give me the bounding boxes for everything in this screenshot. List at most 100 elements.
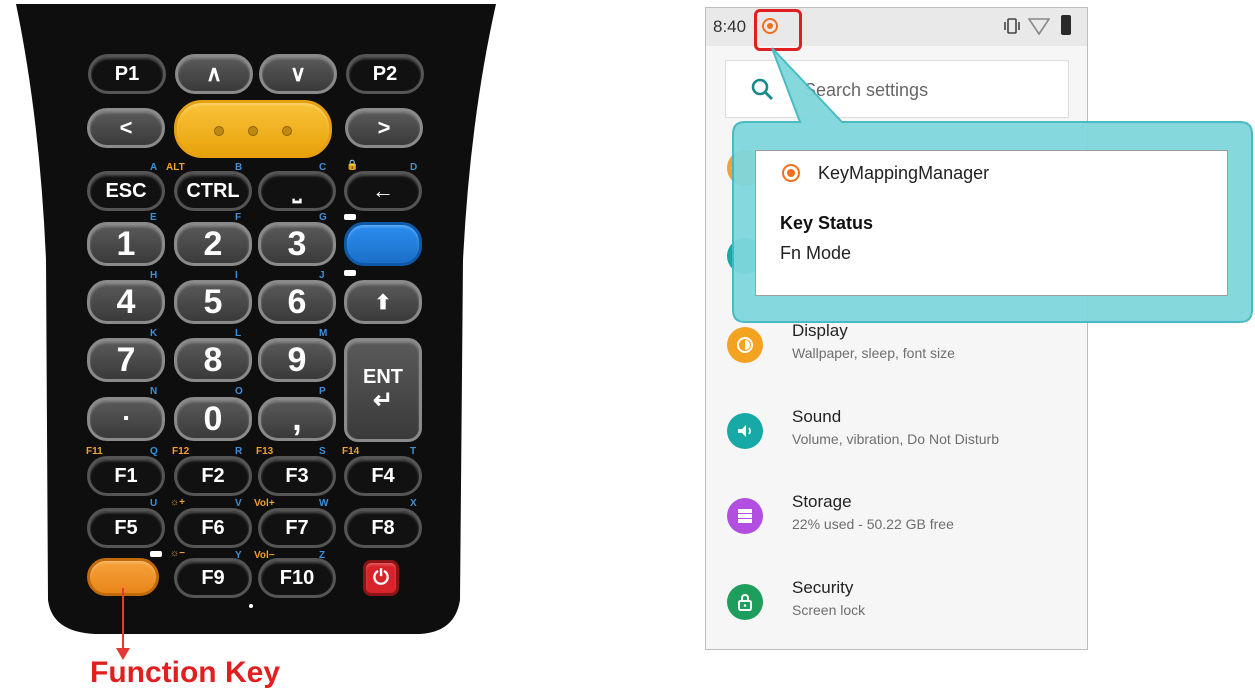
setting-storage[interactable]: Storage 22% used - 50.22 GB free xyxy=(706,492,1087,568)
letter-t: T xyxy=(410,446,417,457)
f1-key[interactable]: F1 xyxy=(87,456,165,496)
notification-title: Key Status xyxy=(780,213,874,233)
key-3[interactable]: 3 xyxy=(258,222,336,266)
space-key[interactable]: ⎵ xyxy=(258,171,336,211)
setting-subtitle: Screen lock xyxy=(792,602,866,618)
dot-key[interactable]: ▪ xyxy=(87,397,165,441)
enter-key[interactable]: ENT ↵ xyxy=(344,338,422,442)
display-icon xyxy=(727,327,763,363)
status-bar[interactable]: 8:40 xyxy=(706,8,1087,51)
f10-key[interactable]: F10 xyxy=(258,558,336,598)
letter-s: S xyxy=(319,446,326,457)
setting-title: Security xyxy=(792,578,854,597)
letter-m: M xyxy=(319,328,328,339)
letter-j: J xyxy=(319,270,325,281)
key-7[interactable]: 7 xyxy=(87,338,165,382)
f2-key[interactable]: F2 xyxy=(174,456,252,496)
letter-n: N xyxy=(150,386,158,397)
letter-g: G xyxy=(319,212,327,223)
enter-arrow-icon: ↵ xyxy=(372,386,394,414)
keymapping-app-icon xyxy=(782,164,800,182)
notification-text: Fn Mode xyxy=(780,243,852,263)
setting-subtitle: 22% used - 50.22 GB free xyxy=(792,516,954,532)
setting-title: Display xyxy=(792,321,848,340)
setting-subtitle: Volume, vibration, Do Not Disturb xyxy=(792,431,999,447)
keypad-illustration: P1 ∧ ∨ P2 < > A ALT B C 🔒 D ESC CTRL ⎵ ←… xyxy=(0,0,510,689)
key-5[interactable]: 5 xyxy=(174,280,252,324)
function-key-arrow xyxy=(122,588,124,648)
notification-popup[interactable]: KeyMappingManager Key Status Fn Mode xyxy=(755,150,1228,296)
backspace-key[interactable]: ← xyxy=(344,171,422,211)
wifi-icon xyxy=(1028,18,1050,36)
letter-d: D xyxy=(410,162,418,173)
letter-h: H xyxy=(150,270,158,281)
letter-o: O xyxy=(235,386,243,397)
f5-key[interactable]: F5 xyxy=(87,508,165,548)
letter-k: K xyxy=(150,328,158,339)
f11-label: F11 xyxy=(86,446,103,457)
function-key-caption: Function Key xyxy=(90,656,281,689)
scan-key[interactable] xyxy=(174,100,332,158)
key-9[interactable]: 9 xyxy=(258,338,336,382)
key-2[interactable]: 2 xyxy=(174,222,252,266)
f14-label: F14 xyxy=(342,446,360,457)
setting-subtitle: Wallpaper, sleep, font size xyxy=(792,345,955,361)
down-key[interactable]: ∨ xyxy=(259,54,337,94)
sound-icon xyxy=(727,413,763,449)
key-8[interactable]: 8 xyxy=(174,338,252,382)
comma-key[interactable]: , xyxy=(258,397,336,441)
setting-display[interactable]: Display Wallpaper, sleep, font size xyxy=(706,321,1087,397)
p1-key[interactable]: P1 xyxy=(88,54,166,94)
power-icon: ⏻ xyxy=(373,566,389,589)
key-4[interactable]: 4 xyxy=(87,280,165,324)
setting-security[interactable]: Security Screen lock xyxy=(706,578,1087,649)
f4-key[interactable]: F4 xyxy=(344,456,422,496)
key-1[interactable]: 1 xyxy=(87,222,165,266)
setting-title: Sound xyxy=(792,407,842,426)
key-6[interactable]: 6 xyxy=(258,280,336,324)
indicator-dash xyxy=(344,270,356,276)
search-settings-box[interactable]: Search settings xyxy=(725,60,1069,118)
letter-f: F xyxy=(235,212,242,223)
power-key[interactable]: ⏻ xyxy=(363,560,399,596)
setting-sound[interactable]: Sound Volume, vibration, Do Not Disturb xyxy=(706,407,1087,483)
phone-screen: 8:40 Search settings Display Wallpaper, … xyxy=(705,7,1088,650)
blue-key[interactable] xyxy=(344,222,422,266)
right-key[interactable]: > xyxy=(345,108,423,148)
letter-w: W xyxy=(319,498,329,509)
esc-key[interactable]: ESC xyxy=(87,171,165,211)
ctrl-key[interactable]: CTRL xyxy=(174,171,252,211)
status-time: 8:40 xyxy=(713,17,747,36)
vol-up-label: Vol+ xyxy=(254,498,275,509)
scan-dots xyxy=(202,116,304,142)
f6-key[interactable]: F6 xyxy=(174,508,252,548)
letter-e: E xyxy=(150,212,157,223)
microphone-dot xyxy=(249,604,253,608)
f3-key[interactable]: F3 xyxy=(258,456,336,496)
notification-highlight-box xyxy=(754,9,802,51)
letter-r: R xyxy=(235,446,243,457)
brightness-up-label: ☼+ xyxy=(170,497,186,508)
f12-label: F12 xyxy=(172,446,190,457)
letter-l: L xyxy=(235,328,242,339)
alt-label: ALT xyxy=(166,162,185,173)
f7-key[interactable]: F7 xyxy=(258,508,336,548)
letter-u: U xyxy=(150,498,158,509)
letter-v: V xyxy=(235,498,242,509)
key-0[interactable]: 0 xyxy=(174,397,252,441)
search-icon xyxy=(751,78,773,100)
brightness-down-label: ☼− xyxy=(170,548,186,559)
vibrate-icon xyxy=(1004,18,1020,34)
setting-title: Storage xyxy=(792,492,852,511)
shift-key[interactable]: ⬆ xyxy=(344,280,422,324)
f8-key[interactable]: F8 xyxy=(344,508,422,548)
up-key[interactable]: ∧ xyxy=(175,54,253,94)
indicator-dash xyxy=(344,214,356,220)
letter-x: X xyxy=(410,498,417,509)
lock-icon xyxy=(727,584,763,620)
f9-key[interactable]: F9 xyxy=(174,558,252,598)
left-key[interactable]: < xyxy=(87,108,165,148)
p2-key[interactable]: P2 xyxy=(346,54,424,94)
storage-icon xyxy=(727,498,763,534)
battery-icon xyxy=(1061,15,1071,35)
